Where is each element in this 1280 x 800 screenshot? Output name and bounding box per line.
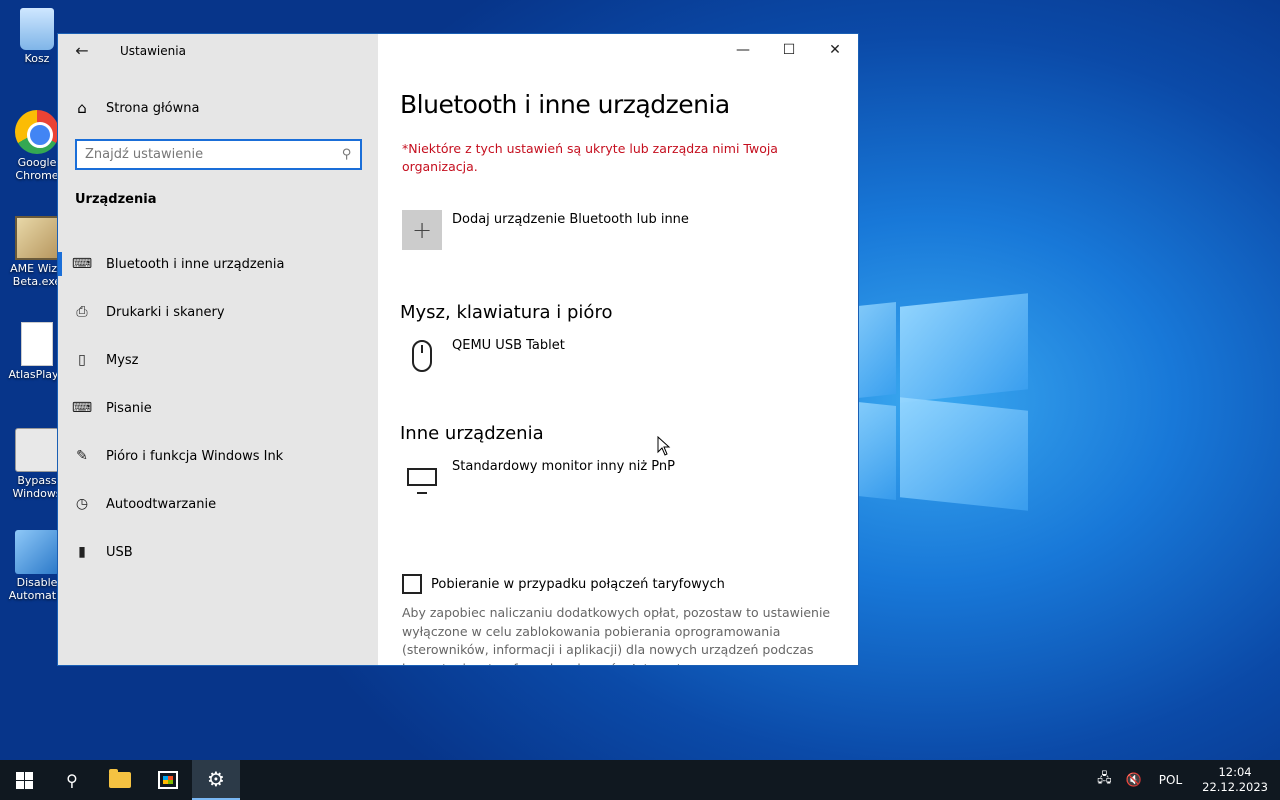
settings-content: — ☐ ✕ Bluetooth i inne urządzenia *Niekt… [378, 34, 858, 665]
category-title-other-devices: Inne urządzenia [400, 423, 544, 444]
search-box[interactable]: ⚲ [75, 139, 362, 170]
folder-icon [109, 769, 131, 788]
windows-logo-wallpaper [858, 282, 1030, 520]
autoplay-icon: ◷ [75, 496, 89, 512]
clock-time: 12:04 [1218, 765, 1252, 779]
clock[interactable]: 12:04 22.12.2023 [1192, 765, 1280, 795]
metered-label: Pobieranie w przypadku połączeń taryfowy… [431, 576, 725, 592]
search-icon: ⚲ [66, 770, 78, 790]
network-icon[interactable]: 🖧 [1090, 769, 1119, 791]
windows-start-icon [15, 771, 33, 789]
plus-icon: + [402, 210, 442, 250]
sidebar-item-printers[interactable]: ⎙ Drukarki i skanery [58, 288, 378, 336]
gear-icon: ⚙ [207, 767, 225, 791]
home-label: Strona główna [106, 100, 200, 116]
chrome-icon [15, 110, 59, 154]
maximize-button[interactable]: ☐ [766, 34, 812, 66]
sidebar-item-mouse[interactable]: ▯ Mysz [58, 336, 378, 384]
file-explorer-button[interactable] [96, 760, 144, 800]
minimize-button[interactable]: — [720, 34, 766, 66]
start-button[interactable] [0, 760, 48, 800]
store-icon [158, 771, 178, 789]
search-icon[interactable]: ⚲ [342, 147, 352, 162]
settings-taskbar-button[interactable]: ⚙ [192, 760, 240, 800]
monitor-icon [402, 457, 442, 497]
recycle-bin-icon [20, 8, 54, 50]
metered-download-option[interactable]: Pobieranie w przypadku połączeń taryfowy… [402, 574, 725, 594]
sidebar-item-bluetooth[interactable]: ⌨ Bluetooth i inne urządzenia [58, 240, 378, 288]
section-label-devices: Urządzenia [75, 192, 157, 207]
category-title-input-devices: Mysz, klawiatura i pióro [400, 302, 613, 323]
system-tray: 🖧 🔇 POL 12:04 22.12.2023 [1090, 760, 1280, 800]
sidebar-item-pen[interactable]: ✎ Pióro i funkcja Windows Ink [58, 432, 378, 480]
policy-warning: *Niektóre z tych ustawień są ukryte lub … [402, 141, 778, 174]
document-icon [21, 322, 53, 366]
device-item[interactable]: QEMU USB Tablet [402, 336, 565, 376]
language-indicator[interactable]: POL [1149, 773, 1192, 787]
close-button[interactable]: ✕ [812, 34, 858, 66]
clock-date: 22.12.2023 [1202, 780, 1268, 794]
minimize-icon: — [736, 42, 750, 58]
keyboard-icon: ⌨ [71, 400, 93, 416]
settings-window: ← Ustawienia ⌂ Strona główna ⚲ Urządzeni… [57, 33, 859, 666]
sidebar-nav: ⌨ Bluetooth i inne urządzenia ⎙ Drukarki… [58, 240, 378, 576]
printer-icon: ⎙ [76, 304, 88, 320]
add-device-button[interactable]: + Dodaj urządzenie Bluetooth lub inne [402, 210, 689, 250]
search-input[interactable] [85, 147, 343, 162]
volume-muted-icon[interactable]: 🔇 [1119, 773, 1149, 788]
device-name: Standardowy monitor inny niż PnP [452, 459, 675, 474]
page-title: Bluetooth i inne urządzenia [400, 90, 730, 119]
settings-file-icon [15, 428, 59, 472]
maximize-icon: ☐ [782, 42, 796, 58]
close-icon: ✕ [829, 42, 841, 58]
back-arrow-icon: ← [75, 41, 89, 60]
cubes-icon [15, 530, 59, 574]
ame-wizard-icon [15, 216, 59, 260]
sidebar-item-autoplay[interactable]: ◷ Autoodtwarzanie [58, 480, 378, 528]
mouse-icon [402, 336, 442, 376]
metered-description: Aby zapobiec naliczaniu dodatkowych opła… [402, 605, 831, 665]
device-item[interactable]: Standardowy monitor inny niż PnP [402, 457, 675, 497]
pen-icon: ✎ [76, 448, 88, 464]
window-controls: — ☐ ✕ [720, 34, 858, 66]
sidebar-item-home[interactable]: ⌂ Strona główna [58, 92, 378, 124]
metered-checkbox[interactable] [402, 574, 422, 594]
title-bar: ← Ustawienia [58, 34, 378, 67]
usb-icon: ▮ [78, 544, 86, 560]
store-button[interactable] [144, 760, 192, 800]
back-button[interactable]: ← [58, 34, 106, 67]
home-icon: ⌂ [77, 99, 87, 117]
search-button[interactable]: ⚲ [48, 760, 96, 800]
add-device-label: Dodaj urządzenie Bluetooth lub inne [452, 212, 689, 227]
bluetooth-devices-icon: ⌨ [71, 256, 93, 272]
sidebar-item-typing[interactable]: ⌨ Pisanie [58, 384, 378, 432]
mouse-icon: ▯ [78, 352, 86, 368]
window-title: Ustawienia [120, 43, 186, 58]
settings-sidebar: ← Ustawienia ⌂ Strona główna ⚲ Urządzeni… [58, 34, 378, 665]
sidebar-item-usb[interactable]: ▮ USB [58, 528, 378, 576]
taskbar: ⚲ ⚙ 🖧 🔇 POL 12:04 22.12.2023 [0, 760, 1280, 800]
device-name: QEMU USB Tablet [452, 338, 565, 353]
